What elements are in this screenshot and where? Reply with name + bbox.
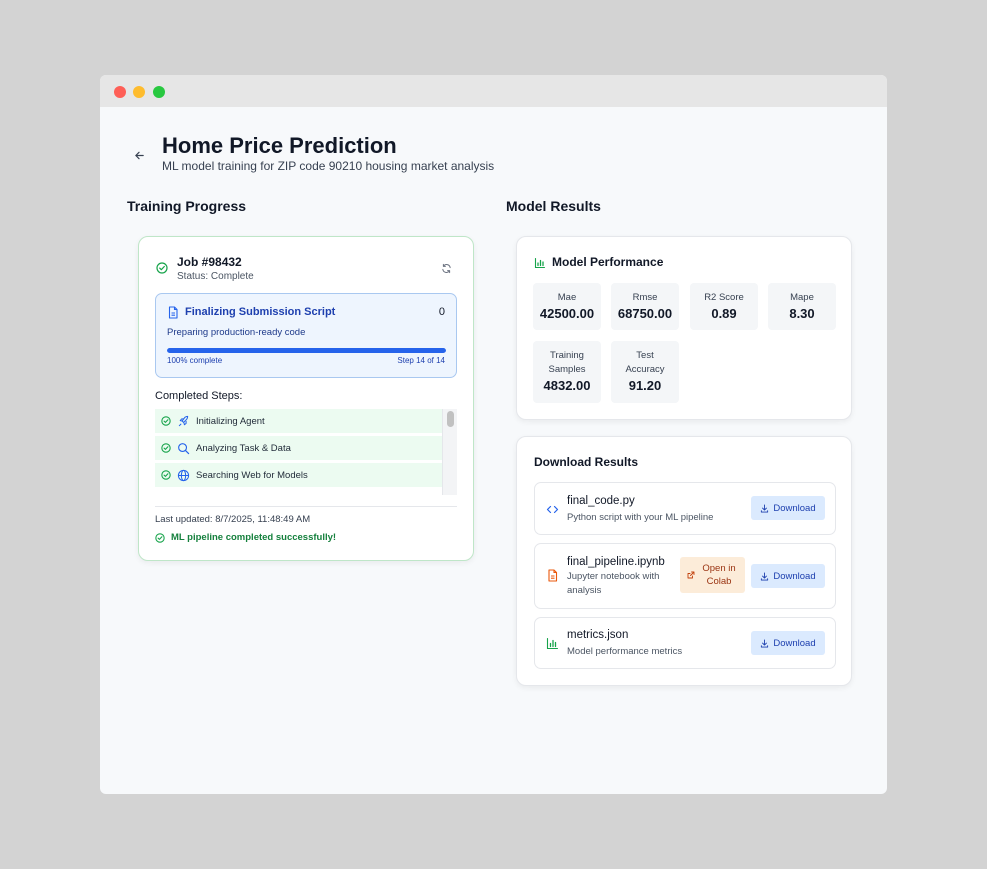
- metric-rmse: Rmse 68750.00: [611, 283, 679, 330]
- download-button-final-code[interactable]: Download: [751, 496, 825, 520]
- file-name: final_pipeline.ipynb: [567, 556, 665, 568]
- globe-icon: [177, 469, 190, 481]
- metric-training-samples: Training Samples 4832.00: [533, 341, 601, 403]
- minimize-window-button[interactable]: [133, 86, 145, 98]
- download-icon: [761, 571, 769, 581]
- step-counter: Step 14 of 14: [397, 356, 445, 365]
- metric-value: 91.20: [628, 378, 662, 393]
- check-circle-icon: [156, 262, 168, 274]
- open-in-colab-button[interactable]: Open in Colab: [680, 557, 745, 593]
- job-status: Status: Complete: [177, 271, 254, 282]
- metric-label: Mae: [557, 292, 577, 303]
- bar-chart-icon: [534, 257, 546, 269]
- file-description: Python script with your ML pipeline: [567, 512, 714, 523]
- download-icon: [761, 503, 769, 513]
- step-label: Initializing Agent: [196, 415, 265, 427]
- metric-label: R2 Score: [704, 292, 744, 303]
- check-circle-icon: [161, 416, 171, 426]
- notebook-icon: [548, 569, 558, 582]
- metric-value: 8.30: [789, 306, 815, 321]
- download-results-card: Download Results final_code.py Python sc…: [516, 436, 852, 686]
- download-label: Download: [773, 502, 816, 514]
- maximize-window-button[interactable]: [153, 86, 165, 98]
- completed-steps-list[interactable]: Initializing Agent Analyzing Task & Data…: [155, 409, 457, 495]
- file-description: Jupyter notebook with analysis: [567, 571, 660, 596]
- success-message: ML pipeline completed successfully!: [155, 532, 336, 543]
- model-performance-title: Model Performance: [552, 255, 664, 269]
- metric-mape: Mape 8.30: [768, 283, 836, 330]
- training-section-title: Training Progress: [127, 198, 247, 214]
- metric-test-accuracy: Test Accuracy 91.20: [611, 341, 679, 403]
- metric-r2-score: R2 Score 0.89: [690, 283, 758, 330]
- page-title: Home Price Prediction: [162, 133, 397, 158]
- current-step-description: Preparing production-ready code: [167, 327, 306, 338]
- external-link-icon: [687, 571, 695, 579]
- check-circle-icon: [161, 470, 171, 480]
- scrollbar[interactable]: [442, 409, 457, 495]
- progress-label: 100% complete: [167, 356, 223, 365]
- file-name: metrics.json: [567, 629, 629, 641]
- back-arrow-icon[interactable]: [131, 147, 147, 163]
- model-performance-card: Model Performance Mae 42500.00 Rmse 6875…: [516, 236, 852, 420]
- completed-steps-title: Completed Steps:: [155, 390, 243, 402]
- metric-mae: Mae 42500.00: [533, 283, 601, 330]
- metric-value: 42500.00: [539, 306, 595, 321]
- file-item-final-pipeline: final_pipeline.ipynb Jupyter notebook wi…: [534, 543, 836, 609]
- metric-value: 68750.00: [617, 306, 673, 321]
- job-title: Job #98432: [177, 255, 242, 269]
- list-item[interactable]: Analyzing Task & Data: [155, 436, 442, 460]
- file-name: final_code.py: [567, 495, 635, 507]
- training-job-card: Job #98432 Status: Complete Finalizing S…: [138, 236, 474, 561]
- code-icon: [546, 505, 559, 514]
- metric-label: Test Accuracy: [625, 350, 665, 375]
- file-item-metrics: metrics.json Model performance metrics D…: [534, 617, 836, 669]
- last-updated-text: Last updated: 8/7/2025, 11:48:49 AM: [155, 514, 311, 525]
- results-section-title: Model Results: [506, 198, 601, 214]
- step-label: Searching Web for Models: [196, 469, 308, 481]
- check-circle-icon: [155, 532, 165, 543]
- app-window: Home Price Prediction ML model training …: [100, 75, 887, 794]
- document-icon: [168, 306, 178, 319]
- close-window-button[interactable]: [114, 86, 126, 98]
- bar-chart-icon: [546, 637, 559, 650]
- file-item-final-code: final_code.py Python script with your ML…: [534, 482, 836, 535]
- current-step-count: 0: [438, 306, 445, 318]
- refresh-icon[interactable]: [441, 263, 452, 274]
- search-icon: [178, 442, 190, 454]
- window-titlebar: [100, 75, 887, 107]
- metric-value: 0.89: [711, 306, 737, 321]
- metric-value: 4832.00: [543, 378, 591, 393]
- download-button-final-pipeline[interactable]: Download: [751, 564, 825, 588]
- step-label: Analyzing Task & Data: [196, 442, 291, 454]
- colab-label: Open in Colab: [702, 563, 736, 587]
- download-button-metrics[interactable]: Download: [751, 631, 825, 655]
- download-label: Download: [773, 570, 816, 582]
- list-item[interactable]: Searching Web for Models: [155, 463, 442, 487]
- progress-bar: [167, 348, 446, 353]
- success-text: ML pipeline completed successfully!: [171, 532, 337, 543]
- list-item[interactable]: Initializing Agent: [155, 409, 442, 433]
- progress-bar-fill: [167, 348, 446, 353]
- check-circle-icon: [161, 443, 171, 453]
- divider: [155, 506, 457, 507]
- metric-label: Mape: [790, 292, 814, 303]
- download-results-title: Download Results: [534, 455, 639, 469]
- page-subtitle: ML model training for ZIP code 90210 hou…: [162, 159, 495, 173]
- download-label: Download: [773, 637, 816, 649]
- metric-label: Training Samples: [548, 350, 586, 375]
- scrollbar-thumb[interactable]: [447, 411, 454, 427]
- current-step-panel: Finalizing Submission Script 0 Preparing…: [155, 293, 457, 378]
- rocket-icon: [178, 415, 189, 426]
- download-icon: [761, 638, 769, 648]
- file-description: Model performance metrics: [567, 646, 683, 657]
- metric-label: Rmse: [632, 292, 658, 303]
- current-step-name: Finalizing Submission Script: [185, 306, 336, 318]
